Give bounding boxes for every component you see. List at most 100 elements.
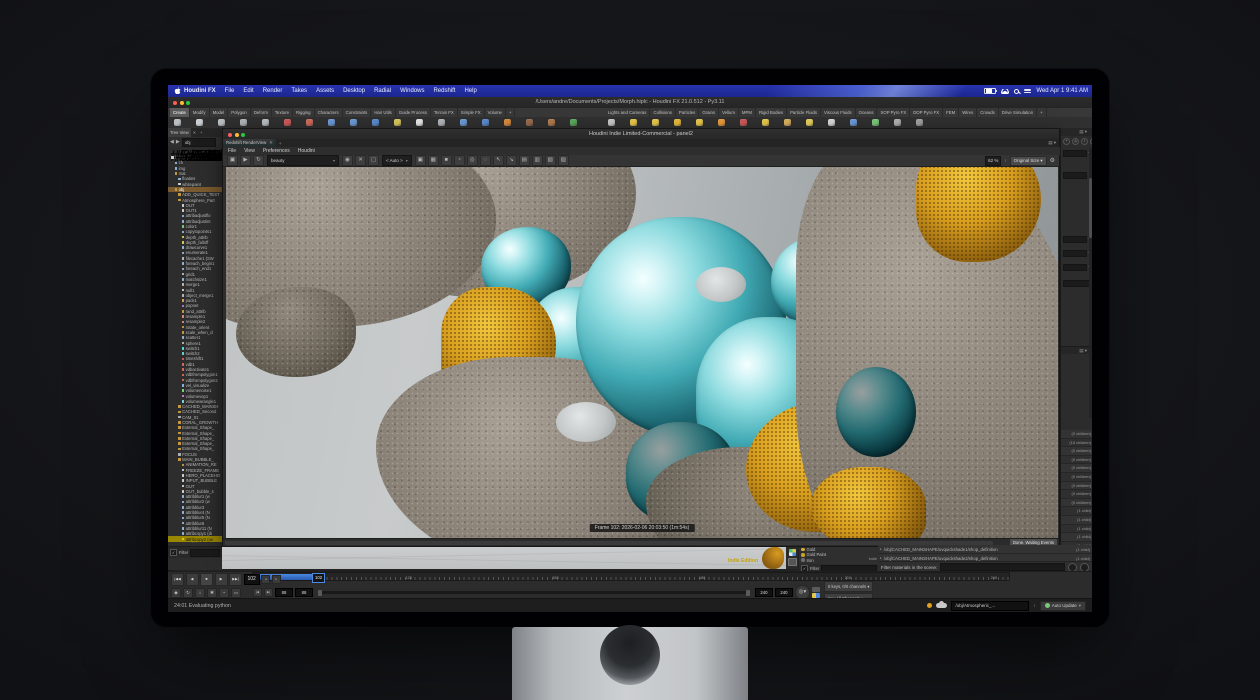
jump-start-button[interactable]: |◀◀ xyxy=(171,573,184,586)
back-icon[interactable]: ◀ xyxy=(170,139,174,145)
shelf-tab[interactable]: Guide Process xyxy=(396,108,431,117)
metaball-icon[interactable] xyxy=(482,119,489,126)
help-icon[interactable]: ? xyxy=(1090,138,1092,145)
shelf-tab[interactable]: Grains xyxy=(699,108,719,117)
lock-icon[interactable]: ▣ xyxy=(415,155,426,166)
stellate-icon[interactable] xyxy=(284,119,291,126)
tube-icon[interactable] xyxy=(218,119,225,126)
current-frame-field[interactable]: 102 xyxy=(244,574,260,585)
shelf-tab[interactable]: Viscous Fluids xyxy=(821,108,856,117)
rock-icon[interactable] xyxy=(526,119,533,126)
flag-swatch[interactable]: #999999 xyxy=(203,148,207,152)
control-center-icon[interactable] xyxy=(1024,89,1031,94)
parameters-header[interactable]: ▤ ▾ xyxy=(1061,128,1092,136)
timeline-ruler[interactable]: 90120150180210240 102 xyxy=(252,572,1010,581)
outliner-row[interactable]: (0 children) xyxy=(1061,430,1092,439)
zoom-level[interactable]: 62 % xyxy=(985,156,1001,166)
flag-swatch[interactable]: #d8d85a xyxy=(192,148,196,152)
shelf-tab[interactable]: Modify xyxy=(190,108,210,117)
shelf-tab[interactable]: Terrain FX xyxy=(431,108,458,117)
tab-redshift-renderview[interactable]: Redshift RenderView ✕ xyxy=(223,139,276,147)
flag-swatch[interactable]: #5aa0d8 xyxy=(170,148,174,152)
sprinkle-icon[interactable] xyxy=(762,119,769,126)
scene-viewport[interactable]: Indie Edition xyxy=(222,547,786,569)
layers-icon[interactable]: ▨ xyxy=(558,155,569,166)
menubar-menu-item[interactable]: Render xyxy=(263,85,283,97)
parameter-field[interactable] xyxy=(1063,280,1091,287)
shelf-tab[interactable]: Particle Fluids xyxy=(787,108,821,117)
platonic-icon[interactable] xyxy=(438,119,445,126)
shelf-tab[interactable]: FEM xyxy=(943,108,959,117)
menubar-menu-item[interactable]: Radial xyxy=(374,85,391,97)
menubar-menu-item[interactable]: File xyxy=(225,85,235,97)
shelf-tab[interactable]: Volume xyxy=(485,108,506,117)
film-icon[interactable] xyxy=(812,587,820,592)
region-icon[interactable]: ▢ xyxy=(368,155,379,166)
parameter-field[interactable] xyxy=(1063,264,1087,271)
scrollbar[interactable] xyxy=(1089,148,1092,418)
outliner-row[interactable]: (0 children) xyxy=(1061,447,1092,456)
add-tab-icon[interactable]: + xyxy=(198,130,204,135)
clear-icon[interactable]: ✕ xyxy=(355,155,366,166)
outliner-path-row[interactable]: ▸ /obj/CACHED_MAINSHAPE/uvquickshade1/sh… xyxy=(878,545,1092,554)
outliner-row[interactable]: (1 child) xyxy=(1061,525,1092,534)
renderview-menu-item[interactable]: Houdini xyxy=(298,148,315,154)
range-end-field[interactable]: 240 xyxy=(755,588,773,597)
filter-materials-input[interactable] xyxy=(940,563,1065,571)
menubar-menu-item[interactable]: Redshift xyxy=(433,85,455,97)
current-node-field[interactable]: /obj/Atmospheric_... xyxy=(951,601,1029,611)
play-reverse-button[interactable]: ◀ xyxy=(186,573,199,586)
expand-icon[interactable]: ↖ xyxy=(493,155,504,166)
foliage-icon[interactable] xyxy=(570,119,577,126)
menubar-menu-item[interactable]: Takes xyxy=(291,85,307,97)
dashed-circle-icon[interactable]: ◌ xyxy=(480,155,491,166)
area-light-icon[interactable] xyxy=(696,119,703,126)
scrollbar-thumb[interactable] xyxy=(1089,178,1092,238)
playhead[interactable]: 102 xyxy=(312,573,325,583)
box-icon[interactable] xyxy=(174,119,181,126)
outliner-row[interactable]: (0 children) xyxy=(1061,473,1092,482)
close-window-button[interactable] xyxy=(173,101,177,105)
grid-plane-icon[interactable] xyxy=(262,119,269,126)
sun-light-icon[interactable] xyxy=(630,119,637,126)
parameter-field[interactable] xyxy=(1063,172,1087,179)
stepper-icon[interactable]: ↕ xyxy=(1033,603,1035,608)
shelf-tab[interactable]: + xyxy=(506,108,516,117)
hydrant-icon[interactable] xyxy=(740,119,747,126)
info-icon[interactable]: i xyxy=(1081,138,1088,145)
bulb-light-icon[interactable] xyxy=(652,119,659,126)
flag-swatch[interactable]: #5ad88a xyxy=(187,148,191,152)
pane-menu-icon[interactable]: ▤ ▾ xyxy=(1048,140,1059,146)
flag-swatch[interactable]: #777777 xyxy=(209,148,213,152)
shelf-tab[interactable]: Hair Utils xyxy=(371,108,395,117)
solid-bg-icon[interactable]: ■ xyxy=(441,155,452,166)
pin-icon[interactable]: + xyxy=(1063,138,1070,145)
shelf-tab[interactable]: Crowds xyxy=(977,108,999,117)
search-icon[interactable]: ◎ xyxy=(1072,138,1079,145)
playbar-settings-icon[interactable]: ✱ xyxy=(207,588,217,598)
jump-end-button[interactable]: ▶▶| xyxy=(229,573,242,586)
snapshot-icon[interactable]: ▣ xyxy=(227,155,238,166)
zoom-window-button[interactable] xyxy=(241,133,245,137)
flag-swatch[interactable]: #d8885a xyxy=(198,148,202,152)
renderview-menu-item[interactable]: View xyxy=(244,148,255,154)
range-slider[interactable] xyxy=(318,591,750,594)
material-row[interactable]: Iron xyxy=(799,558,879,563)
forward-icon[interactable]: ▶ xyxy=(176,139,180,145)
audio-icon[interactable]: ~ xyxy=(219,588,229,598)
expand-triangle-icon[interactable]: ▸ xyxy=(880,556,882,560)
menubar-menu-item[interactable]: Houdini FX xyxy=(184,85,216,97)
shelf-tab[interactable]: Collisions xyxy=(650,108,675,117)
tree-path-field[interactable]: obj xyxy=(182,138,216,147)
whip-icon[interactable] xyxy=(850,119,857,126)
menubar-menu-item[interactable]: Assets xyxy=(316,85,334,97)
restart-render-icon[interactable]: ↻ xyxy=(253,155,264,166)
contract-icon[interactable]: ↘ xyxy=(506,155,517,166)
shelf-tab[interactable]: SOP Pyro FX xyxy=(877,108,910,117)
frame-step-back[interactable]: ◂ xyxy=(261,575,270,584)
camera-tool-icon[interactable] xyxy=(894,119,901,126)
curve-icon[interactable] xyxy=(350,119,357,126)
ipr-play-icon[interactable]: ▶ xyxy=(240,155,251,166)
shelf-tab[interactable]: Characters xyxy=(315,108,343,117)
outliner-row[interactable]: (0 children) xyxy=(1061,499,1092,508)
